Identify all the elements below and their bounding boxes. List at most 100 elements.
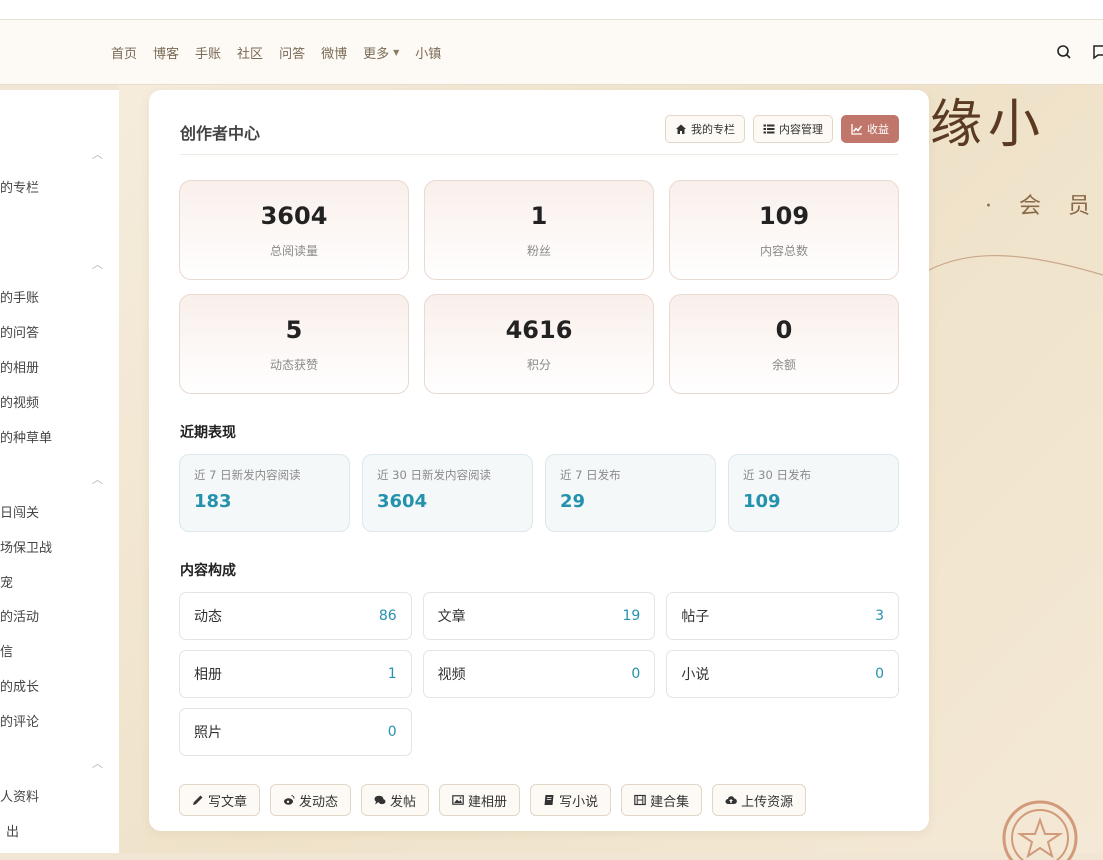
composition-label: 小说 bbox=[681, 667, 710, 683]
stat-value: 5 bbox=[285, 315, 303, 344]
line-chart-icon bbox=[851, 124, 863, 135]
write-novel-label: 写小说 bbox=[559, 794, 599, 810]
stat-card-fans: 1 粉丝 bbox=[424, 180, 654, 280]
nav-journal[interactable]: 手账 bbox=[195, 43, 221, 62]
create-album-button[interactable]: 建相册 bbox=[439, 784, 521, 816]
stat-label: 内容总数 bbox=[759, 243, 808, 258]
stat-label: 余额 bbox=[771, 357, 796, 372]
composition-item-novel[interactable]: 小说 0 bbox=[666, 650, 899, 698]
nav-town[interactable]: 小镇 bbox=[415, 43, 441, 62]
sidebar-item-activity[interactable]: 的活动 bbox=[0, 606, 39, 625]
composition-count: 86 bbox=[378, 608, 397, 624]
sidebar-item-picks[interactable]: 的种草单 bbox=[0, 427, 52, 446]
background-title: 缘小 bbox=[930, 95, 1047, 155]
recent-card: 近 7 日新发内容阅读 183 bbox=[179, 454, 350, 532]
stat-value: 1 bbox=[530, 201, 548, 230]
sidebar-item-defense[interactable]: 场保卫战 bbox=[0, 537, 52, 556]
stat-label: 粉丝 bbox=[526, 243, 551, 258]
cloud-upload-icon bbox=[725, 796, 737, 805]
nav-more-label: 更多 bbox=[363, 46, 390, 62]
my-column-button[interactable]: 我的专栏 bbox=[665, 115, 745, 143]
composition-item-video[interactable]: 视频 0 bbox=[422, 650, 656, 698]
composition-count: 19 bbox=[622, 608, 641, 624]
nav-qa[interactable]: 问答 bbox=[279, 43, 305, 62]
chevron-up-icon[interactable]: ︿ bbox=[92, 146, 103, 162]
recent-performance-title: 近期表现 bbox=[180, 425, 236, 441]
composition-label: 动态 bbox=[194, 609, 222, 625]
write-article-button[interactable]: 写文章 bbox=[179, 784, 261, 816]
nav-home[interactable]: 首页 bbox=[111, 43, 137, 62]
content-manage-label: 内容管理 bbox=[779, 123, 823, 136]
create-collection-button[interactable]: 建合集 bbox=[621, 784, 703, 816]
chevron-up-icon[interactable]: ︿ bbox=[92, 256, 103, 272]
nav-more[interactable]: 更多 ▼ bbox=[363, 43, 399, 62]
composition-item-photo[interactable]: 照片 0 bbox=[179, 708, 412, 756]
composition-count: 0 bbox=[631, 666, 641, 682]
stat-card-total-reads: 3604 总阅读量 bbox=[179, 180, 409, 280]
sidebar-item-journal[interactable]: 的手账 bbox=[0, 287, 39, 306]
stat-card-balance: 0 余额 bbox=[669, 294, 899, 394]
income-button[interactable]: 收益 bbox=[841, 115, 899, 143]
stat-value: 3604 bbox=[260, 201, 328, 230]
comments-icon bbox=[374, 795, 386, 805]
sidebar-item-letter[interactable]: 信 bbox=[0, 641, 13, 660]
upload-resource-button[interactable]: 上传资源 bbox=[712, 784, 807, 816]
recent-label: 近 30 日发布 bbox=[743, 468, 811, 482]
content-composition-title: 内容构成 bbox=[180, 563, 236, 579]
post-status-label: 发动态 bbox=[299, 794, 339, 810]
sidebar-item-video[interactable]: 的视频 bbox=[0, 392, 39, 411]
chevron-up-icon[interactable]: ︿ bbox=[92, 471, 103, 487]
film-icon bbox=[634, 794, 646, 806]
composition-item-status[interactable]: 动态 86 bbox=[179, 592, 412, 640]
my-column-label: 我的专栏 bbox=[691, 123, 735, 136]
composition-item-article[interactable]: 文章 19 bbox=[422, 592, 656, 640]
stat-value: 4616 bbox=[505, 315, 573, 344]
book-icon bbox=[544, 795, 554, 805]
creator-center-card: 创作者中心 我的专栏 内容管理 收益 3604 总阅读量 1 粉丝 109 内容… bbox=[149, 90, 929, 831]
nav-weibo[interactable]: 微博 bbox=[321, 43, 347, 62]
composition-count: 1 bbox=[387, 666, 397, 682]
post-thread-button[interactable]: 发帖 bbox=[361, 784, 430, 816]
nav-community[interactable]: 社区 bbox=[237, 43, 263, 62]
sidebar-item-column[interactable]: 的专栏 bbox=[0, 177, 39, 196]
content-manage-button[interactable]: 内容管理 bbox=[753, 115, 833, 143]
search-icon[interactable] bbox=[1055, 43, 1073, 61]
weibo-icon bbox=[284, 795, 295, 805]
page-title: 创作者中心 bbox=[180, 124, 261, 143]
sidebar-item-qa[interactable]: 的问答 bbox=[0, 322, 39, 341]
write-novel-button[interactable]: 写小说 bbox=[530, 784, 612, 816]
composition-item-album[interactable]: 相册 1 bbox=[179, 650, 412, 698]
composition-item-thread[interactable]: 帖子 3 bbox=[666, 592, 899, 640]
sidebar-item-profile[interactable]: 人资料 bbox=[0, 786, 39, 805]
composition-label: 相册 bbox=[194, 667, 222, 683]
nav-links: 首页 博客 手账 社区 问答 微博 更多 ▼ 小镇 bbox=[111, 20, 457, 84]
sidebar-item-pet[interactable]: 宠 bbox=[0, 572, 13, 591]
composition-count: 3 bbox=[875, 608, 884, 624]
chevron-up-icon[interactable]: ︿ bbox=[92, 755, 103, 771]
sidebar-item-daily-challenge[interactable]: 日闯关 bbox=[0, 502, 39, 521]
content-composition-grid: 动态 86 文章 19 帖子 3 相册 1 视频 0 小说 0 照片 0 bbox=[179, 592, 899, 756]
recent-value: 109 bbox=[743, 491, 781, 512]
message-icon[interactable] bbox=[1091, 43, 1103, 61]
image-icon bbox=[452, 795, 464, 805]
recent-value: 3604 bbox=[377, 491, 428, 512]
left-sidebar: ︿ 的专栏 ︿ 的手账 的问答 的相册 的视频 的种草单 ︿ 日闯关 场保卫战 … bbox=[0, 90, 119, 853]
recent-card: 近 30 日发布 109 bbox=[728, 454, 899, 532]
decorative-curve bbox=[929, 255, 1103, 276]
quick-actions: 写文章 发动态 发帖 建相册 写小说 建合集 上传资源 bbox=[179, 784, 807, 816]
recent-label: 近 7 日新发内容阅读 bbox=[194, 468, 301, 482]
sidebar-item-logout[interactable]: 出 bbox=[6, 821, 19, 840]
sidebar-item-album[interactable]: 的相册 bbox=[0, 357, 39, 376]
stats-grid: 3604 总阅读量 1 粉丝 109 内容总数 5 动态获赞 4616 积分 0… bbox=[179, 180, 899, 394]
sidebar-item-growth[interactable]: 的成长 bbox=[0, 676, 39, 695]
recent-performance-grid: 近 7 日新发内容阅读 183 近 30 日新发内容阅读 3604 近 7 日发… bbox=[179, 454, 899, 532]
top-navbar: 首页 博客 手账 社区 问答 微博 更多 ▼ 小镇 bbox=[0, 20, 1103, 85]
nav-blog[interactable]: 博客 bbox=[153, 43, 179, 62]
background-subtitle: · 会 员 bbox=[985, 194, 1100, 219]
recent-label: 近 7 日发布 bbox=[560, 468, 621, 482]
post-status-button[interactable]: 发动态 bbox=[270, 784, 352, 816]
create-collection-label: 建合集 bbox=[650, 794, 690, 810]
composition-label: 照片 bbox=[194, 725, 222, 741]
stat-value: 109 bbox=[758, 201, 810, 230]
sidebar-item-comments[interactable]: 的评论 bbox=[0, 711, 39, 730]
